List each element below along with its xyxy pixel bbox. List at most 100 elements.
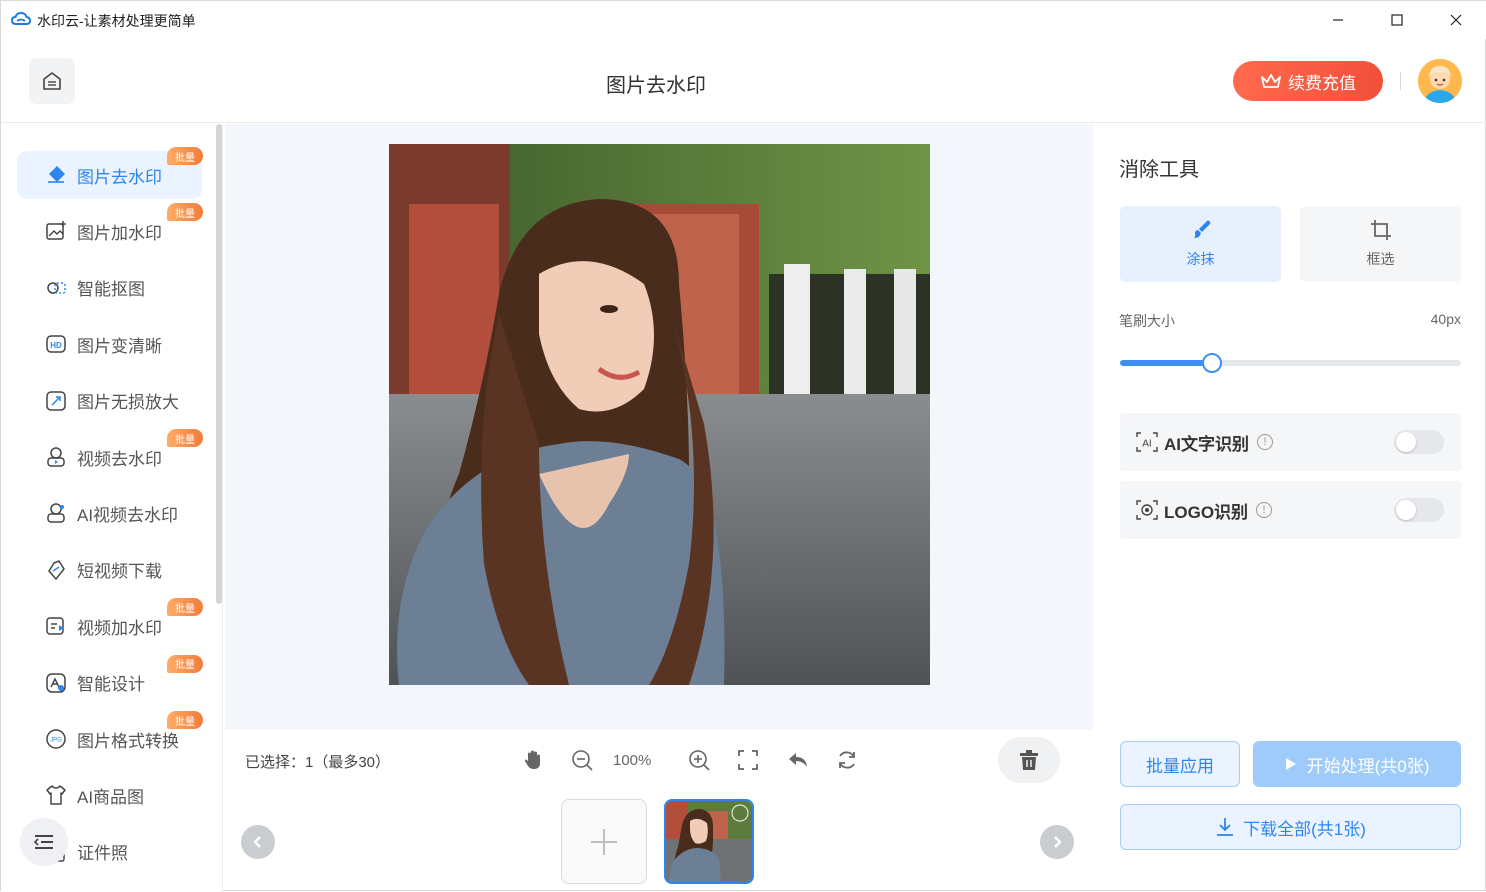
refresh-icon bbox=[839, 751, 855, 769]
batch-apply-button[interactable]: 批量应用 bbox=[1120, 741, 1240, 787]
download-icon bbox=[1217, 818, 1234, 836]
brush-size-value: 40px bbox=[1430, 311, 1461, 327]
info-icon[interactable]: ! bbox=[1256, 502, 1273, 518]
tool-brush[interactable]: 涂抹 bbox=[1120, 206, 1281, 282]
minimize-icon bbox=[1333, 19, 1343, 21]
selected-count: 已选择：1（最多30） bbox=[245, 754, 391, 771]
batch-badge: 批量 bbox=[167, 429, 203, 447]
thumbnail-next-button[interactable] bbox=[1040, 825, 1074, 859]
sidebar-item-7[interactable]: 短视频下载 bbox=[17, 546, 202, 594]
sidebar-item-6[interactable]: AI视频去水印 bbox=[17, 489, 202, 537]
recharge-label: 续费充值 bbox=[1288, 73, 1356, 93]
brush-size-label: 笔刷大小 bbox=[1119, 313, 1175, 329]
close-button[interactable] bbox=[1433, 7, 1479, 33]
sidebar-item-3[interactable]: HD 图片变清晰 bbox=[17, 320, 202, 368]
enlarge-icon bbox=[45, 390, 67, 412]
collapse-sidebar-button[interactable] bbox=[20, 818, 68, 866]
logo-label: LOGO识别 bbox=[1164, 502, 1249, 522]
image-add-icon bbox=[45, 220, 67, 242]
maximize-button[interactable] bbox=[1374, 7, 1420, 33]
trash-icon bbox=[1020, 750, 1038, 770]
sidebar: 图片去水印 批量 图片加水印 批量 智能抠图 HD 图片变清晰 图片无损放大 视频去水印 批量 AI… bbox=[1, 124, 223, 892]
video-eraser-icon bbox=[45, 446, 67, 468]
brush-size-fill bbox=[1120, 360, 1213, 366]
design-icon bbox=[45, 672, 67, 694]
close-icon bbox=[1450, 14, 1462, 26]
sidebar-item-4[interactable]: 图片无损放大 bbox=[17, 377, 202, 425]
sidebar-item-label: 视频加水印 bbox=[77, 618, 162, 638]
zoom-out-button[interactable] bbox=[569, 747, 595, 773]
preview-image[interactable] bbox=[389, 144, 930, 685]
sidebar-item-label: 短视频下载 bbox=[77, 562, 162, 582]
zoom-level: 100% bbox=[613, 752, 652, 769]
sidebar-item-label: 智能设计 bbox=[77, 675, 145, 695]
batch-badge: 批量 bbox=[167, 147, 203, 165]
minimize-button[interactable] bbox=[1315, 7, 1361, 33]
batch-badge: 批量 bbox=[167, 711, 203, 729]
sidebar-item-label: 图片加水印 bbox=[77, 223, 162, 243]
undo-icon bbox=[789, 753, 807, 767]
reset-button[interactable] bbox=[834, 747, 860, 773]
tool-box-select[interactable]: 框选 bbox=[1300, 206, 1461, 282]
recharge-button[interactable]: 续费充值 bbox=[1233, 61, 1383, 101]
title-bar: 水印云-让素材处理更简单 bbox=[1, 1, 1486, 39]
collapse-menu-icon bbox=[33, 835, 53, 849]
header: 图片去水印 续费充值 bbox=[1, 39, 1486, 123]
hand-icon bbox=[524, 750, 540, 769]
sidebar-item-5[interactable]: 视频去水印 批量 bbox=[17, 429, 203, 481]
sidebar-item-9[interactable]: 智能设计 批量 bbox=[17, 654, 203, 707]
brush-size-slider[interactable] bbox=[1120, 353, 1461, 373]
play-icon bbox=[1285, 758, 1296, 770]
editing-canvas[interactable] bbox=[225, 124, 1093, 730]
sidebar-item-label: 视频去水印 bbox=[77, 449, 162, 469]
sidebar-item-label: 图片变清晰 bbox=[77, 336, 162, 356]
chevron-right-icon bbox=[1054, 836, 1062, 848]
pan-tool-button[interactable] bbox=[520, 747, 546, 773]
page-title: 图片去水印 bbox=[606, 75, 706, 97]
delete-button[interactable] bbox=[998, 737, 1060, 783]
video-add-icon bbox=[45, 615, 67, 637]
sidebar-item-1[interactable]: 图片加水印 批量 bbox=[17, 203, 203, 255]
fit-screen-button[interactable] bbox=[735, 747, 761, 773]
preview-image-picture bbox=[389, 144, 930, 685]
add-image-button[interactable] bbox=[561, 799, 647, 884]
toggle-knob bbox=[1396, 500, 1416, 520]
fullscreen-icon bbox=[738, 750, 758, 770]
sidebar-item-11[interactable]: AI商品图 bbox=[17, 771, 202, 819]
sidebar-item-0[interactable]: 图片去水印 批量 bbox=[17, 147, 203, 199]
ai-text-recognition-row: AI AI文字识别 ! bbox=[1120, 413, 1461, 471]
plus-icon bbox=[591, 828, 617, 855]
image-thumbnail[interactable] bbox=[664, 799, 754, 884]
chevron-left-icon bbox=[253, 836, 261, 848]
tool-box-select-label: 框选 bbox=[1366, 251, 1395, 267]
sidebar-item-8[interactable]: 视频加水印 批量 bbox=[17, 598, 203, 650]
maximize-icon bbox=[1391, 14, 1403, 26]
avatar[interactable] bbox=[1418, 59, 1462, 103]
ai-video-icon bbox=[45, 502, 67, 524]
thumbnail-prev-button[interactable] bbox=[241, 825, 275, 859]
app-title: 水印云-让素材处理更简单 bbox=[37, 13, 196, 29]
batch-badge: 批量 bbox=[167, 203, 203, 222]
brush-icon bbox=[1193, 220, 1210, 238]
sidebar-item-label: 图片格式转换 bbox=[77, 731, 179, 751]
crown-icon bbox=[1261, 74, 1281, 88]
sidebar-item-label: 图片无损放大 bbox=[77, 393, 179, 413]
zoom-in-icon bbox=[689, 750, 710, 771]
app-window: 水印云-让素材处理更简单 图片去水印 续费充值 图片去水印 批量 图片加水印 批… bbox=[0, 0, 1486, 892]
zoom-in-button[interactable] bbox=[686, 747, 712, 773]
link-download-icon bbox=[45, 559, 67, 581]
undo-button[interactable] bbox=[785, 747, 811, 773]
logo-toggle[interactable] bbox=[1394, 498, 1444, 522]
sidebar-item-label: 证件照 bbox=[77, 844, 128, 864]
hd-icon: HD bbox=[45, 333, 67, 355]
download-all-button[interactable]: 下载全部(共1张) bbox=[1120, 804, 1461, 850]
eraser-icon bbox=[45, 164, 67, 186]
sidebar-scrollbar[interactable] bbox=[216, 124, 222, 604]
sidebar-item-10[interactable]: JPG 图片格式转换 批量 bbox=[17, 711, 203, 763]
header-divider bbox=[1400, 72, 1401, 90]
start-processing-button[interactable]: 开始处理(共0张) bbox=[1253, 741, 1461, 787]
sidebar-item-2[interactable]: 智能抠图 bbox=[17, 264, 202, 312]
info-icon[interactable]: ! bbox=[1257, 434, 1273, 450]
ai-text-toggle[interactable] bbox=[1394, 430, 1444, 454]
brush-size-handle[interactable] bbox=[1202, 353, 1223, 373]
